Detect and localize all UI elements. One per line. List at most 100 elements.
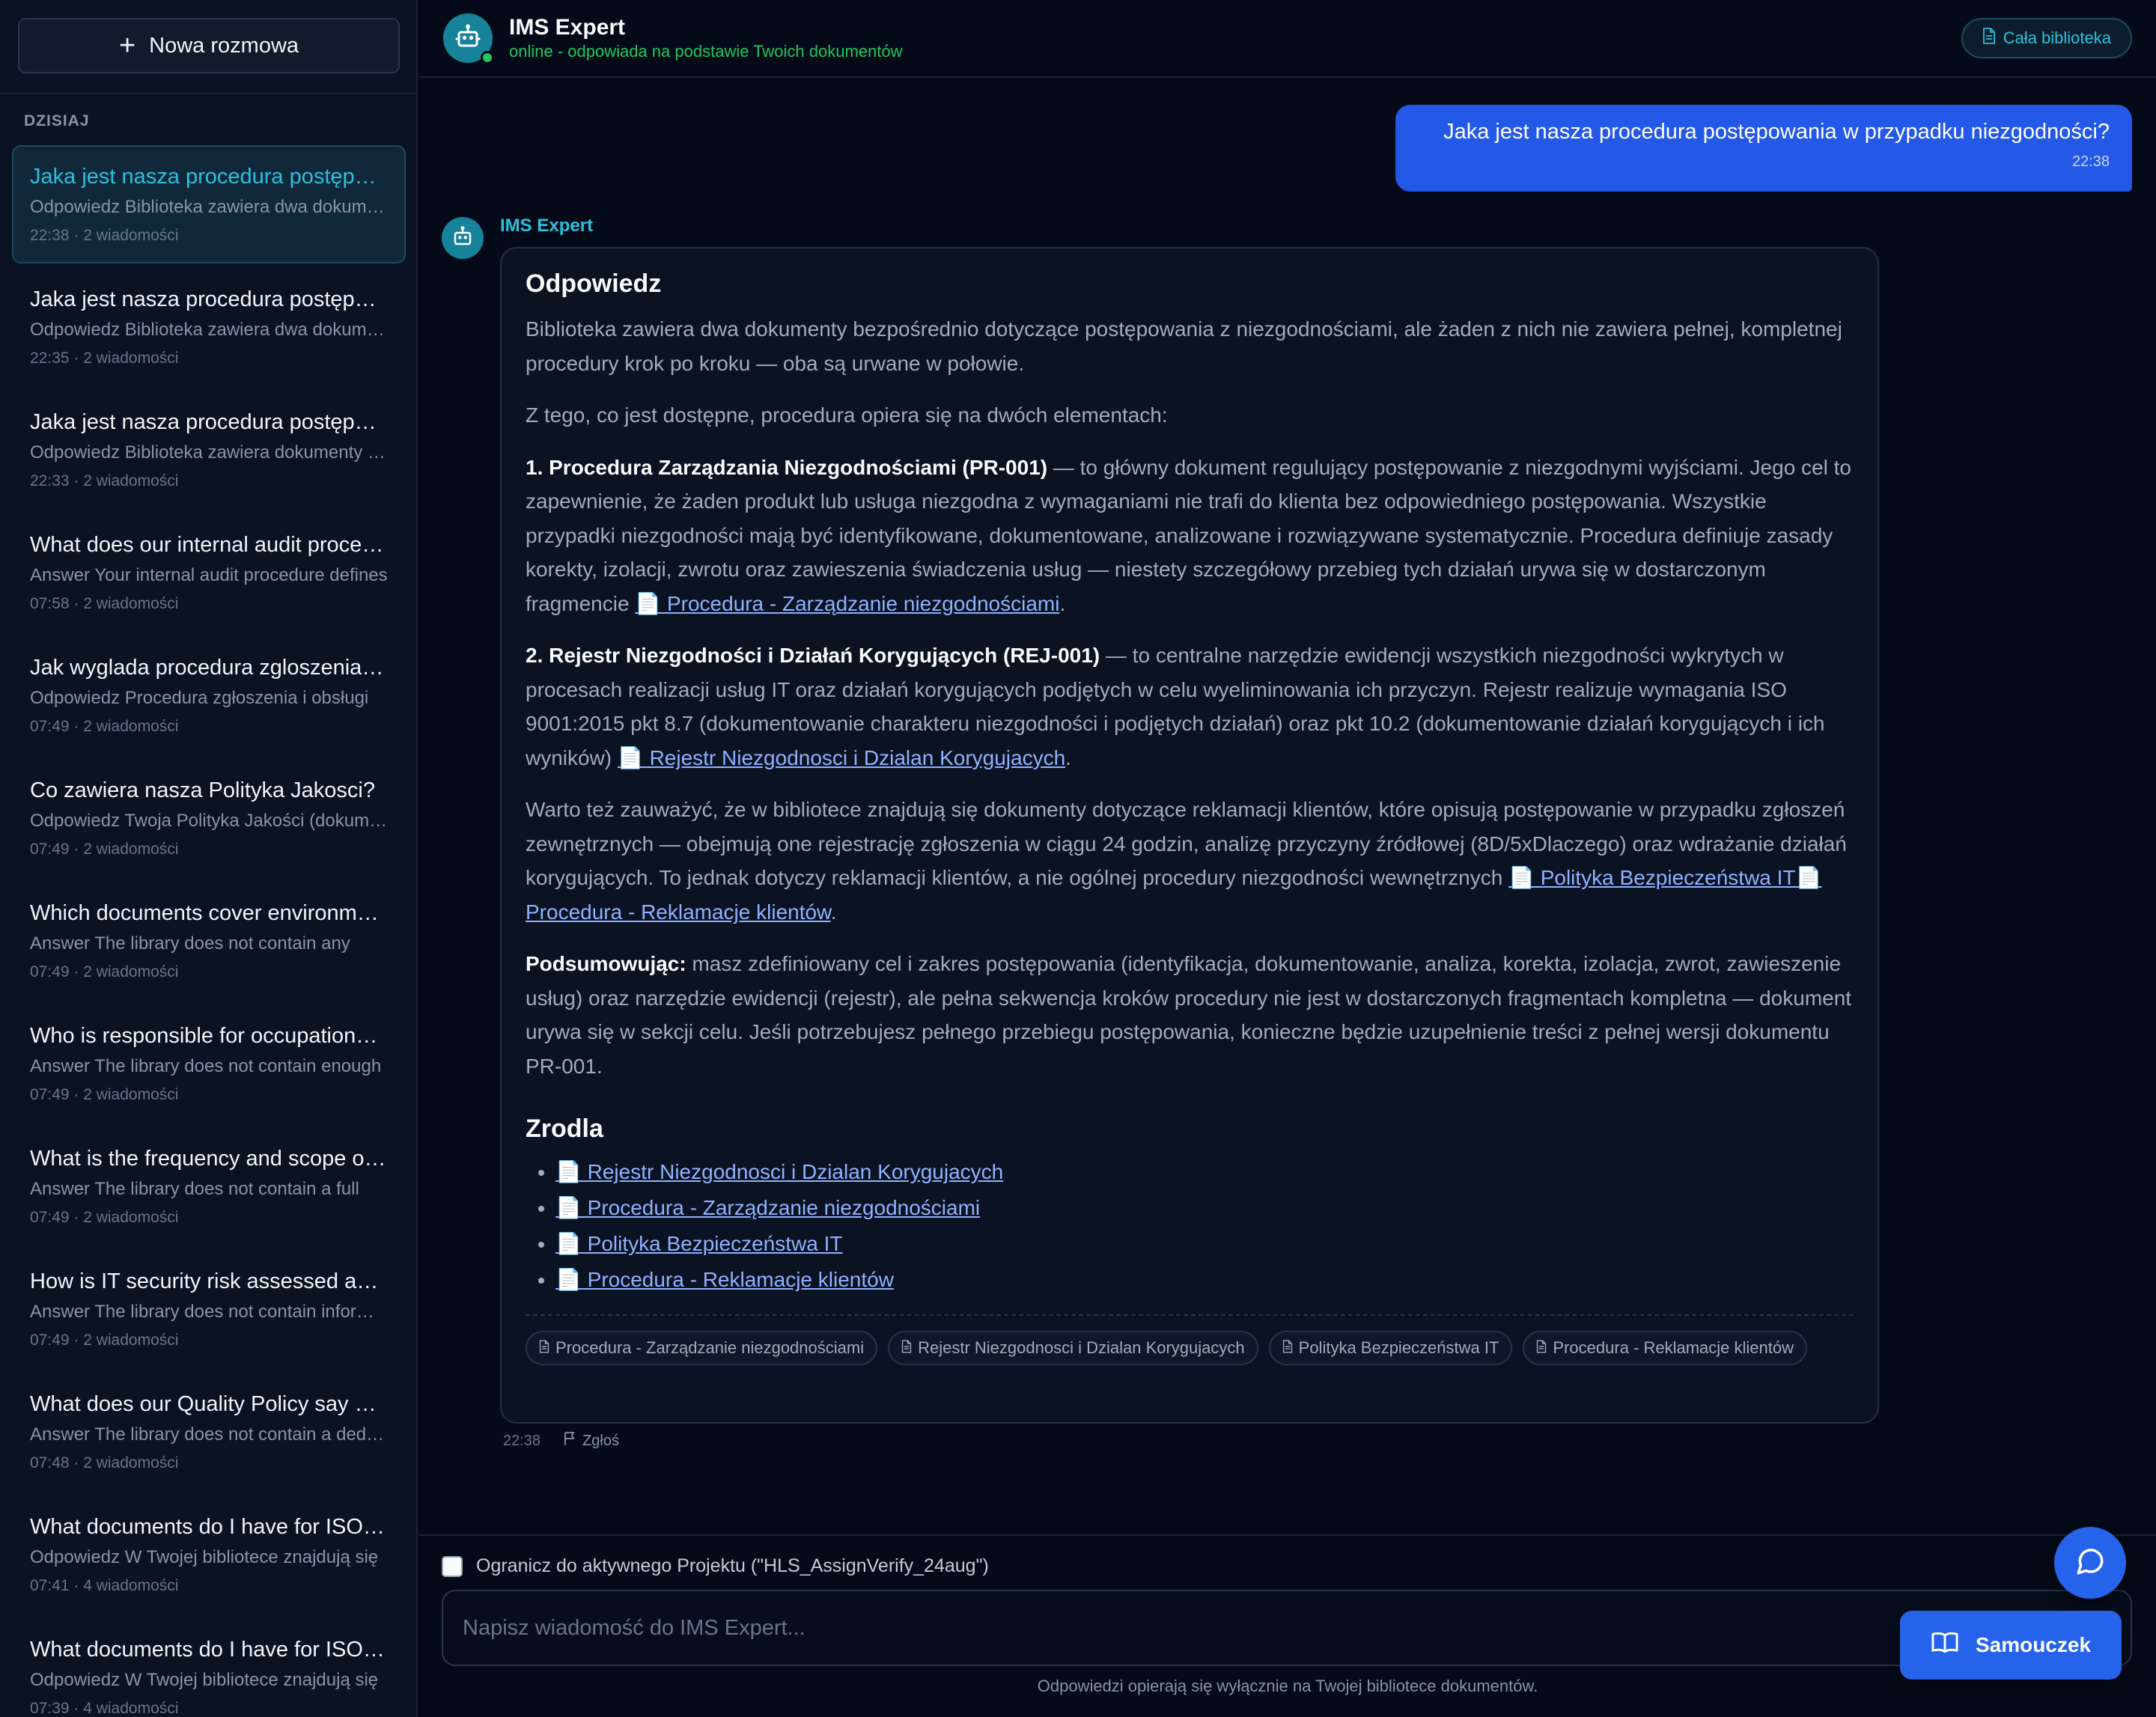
conversation-meta: 07:58 · 2 wiadomości <box>30 595 179 612</box>
conversation-title: What documents do I have for ISO 9001? <box>30 1638 388 1662</box>
limit-to-project-row[interactable]: Ogranicz do aktywnego Projektu ("HLS_Ass… <box>442 1555 989 1577</box>
doc-link-rejestr[interactable]: 📄 Rejestr Niezgodnosci i Dzialan Koryguj… <box>618 746 1065 769</box>
source-tag[interactable]: Polityka Bezpieczeństwa IT <box>1268 1331 1513 1365</box>
conversation-snippet: Answer Your internal audit procedure def… <box>30 565 388 585</box>
conversation-item[interactable]: Jak wyglada procedura zgloszenia reklama… <box>12 636 406 759</box>
disclaimer: Odpowiedzi opierają się wyłącznie na Two… <box>1037 1677 1538 1695</box>
source-link[interactable]: 📄 Polityka Bezpieczeństwa IT <box>555 1232 842 1255</box>
conversation-snippet: Answer The library does not contain a de… <box>30 1424 388 1445</box>
answer-card: Odpowiedz Biblioteka zawiera dwa dokumen… <box>500 247 1879 1424</box>
conversation-item[interactable]: What does our Quality Policy say about c… <box>12 1373 406 1495</box>
document-icon <box>539 1338 549 1358</box>
conversation-title: Which documents cover environmental aspe… <box>30 901 388 925</box>
sidebar: + Nowa rozmowa DZISIAJ Jaka jest nasza p… <box>0 0 418 1717</box>
source-tag-label: Rejestr Niezgodnosci i Dzialan Korygujac… <box>918 1338 1245 1357</box>
conversation-snippet: Odpowiedz Biblioteka zawiera dwa dokumen… <box>30 197 388 217</box>
section-label-today: DZISIAJ <box>24 112 90 129</box>
source-item: 📄 Procedura - Zarządzanie niezgodnościam… <box>555 1190 1854 1226</box>
document-icon <box>901 1338 912 1358</box>
conversation-list: Jaka jest nasza procedura postępowania w… <box>12 145 406 1717</box>
chat-fab-button[interactable] <box>2054 1527 2126 1599</box>
report-label: Zgłoś <box>582 1432 619 1449</box>
conversation-title: What is the frequency and scope of audit… <box>30 1147 388 1171</box>
doc-link-polityka[interactable]: 📄 Polityka Bezpieczeństwa IT <box>1508 866 1795 889</box>
sources-list: 📄 Rejestr Niezgodnosci i Dzialan Koryguj… <box>555 1154 1854 1298</box>
limit-to-project-checkbox[interactable] <box>442 1555 463 1577</box>
conversation-title: What documents do I have for ISO 27001? <box>30 1515 388 1539</box>
doc-link-procedura-niezgodnosci[interactable]: 📄 Procedura - Zarządzanie niezgodnościam… <box>635 592 1059 615</box>
conversation-item[interactable]: What is the frequency and scope of audit… <box>12 1127 406 1250</box>
conversation-item[interactable]: Who is responsible for occupational safe… <box>12 1004 406 1127</box>
conversation-item[interactable]: What does our internal audit procedure s… <box>12 513 406 636</box>
bot-icon <box>454 23 481 54</box>
user-message-bubble: Jaka jest nasza procedura postępowania w… <box>1395 105 2132 192</box>
conversation-snippet: Odpowiedz W Twojej bibliotece znajdują s… <box>30 1670 379 1690</box>
conversation-snippet: Answer The library does not contain a fu… <box>30 1179 359 1199</box>
source-link[interactable]: 📄 Rejestr Niezgodnosci i Dzialan Koryguj… <box>555 1160 1003 1183</box>
source-item: 📄 Polityka Bezpieczeństwa IT <box>555 1226 1854 1262</box>
point-1-title: 1. Procedura Zarządzania Niezgodnościami… <box>526 455 1048 479</box>
sources-divider <box>526 1314 1854 1316</box>
flag-icon <box>563 1431 576 1451</box>
conversation-item[interactable]: Which documents cover environmental aspe… <box>12 882 406 1004</box>
conversation-item[interactable]: Jaka jest nasza procedura postępowania w… <box>12 391 406 513</box>
library-button[interactable]: Cała biblioteka <box>1961 18 2132 58</box>
conversation-title: Jaka jest nasza procedura postępowania w… <box>30 287 388 311</box>
new-chat-label: Nowa rozmowa <box>149 33 299 58</box>
report-button[interactable]: Zgłoś <box>563 1431 619 1451</box>
conversation-snippet: Answer The library does not contain any <box>30 933 350 954</box>
conversation-meta: 07:49 · 2 wiadomości <box>30 718 179 735</box>
bot-name: IMS Expert <box>509 15 626 40</box>
conversation-title: Jaka jest nasza procedura postępowania w… <box>30 165 388 189</box>
conversation-item[interactable]: Co zawiera nasza Polityka Jakosci? Odpow… <box>12 759 406 882</box>
sidebar-divider <box>0 93 416 94</box>
conversation-item[interactable]: Jaka jest nasza procedura postępowania w… <box>12 268 406 391</box>
source-item: 📄 Rejestr Niezgodnosci i Dzialan Koryguj… <box>555 1154 1854 1190</box>
conversation-meta: 22:35 · 2 wiadomości <box>30 350 179 367</box>
source-tag-label: Polityka Bezpieczeństwa IT <box>1298 1338 1499 1357</box>
bot-icon <box>451 225 474 251</box>
answer-lead: Z tego, co jest dostępne, procedura opie… <box>526 403 1168 427</box>
conversation-item[interactable]: Jaka jest nasza procedura postępowania w… <box>12 145 406 263</box>
book-icon <box>1931 1630 1959 1661</box>
conversation-title: Jak wyglada procedura zgloszenia reklama… <box>30 656 388 680</box>
library-button-label: Cała biblioteka <box>2003 28 2111 47</box>
source-tag-label: Procedura - Zarządzanie niezgodnościami <box>555 1338 865 1357</box>
conversation-meta: 07:49 · 2 wiadomości <box>30 1209 179 1226</box>
message-input[interactable]: Napisz wiadomość do IMS Expert... <box>442 1590 2132 1666</box>
source-link[interactable]: 📄 Procedura - Zarządzanie niezgodnościam… <box>555 1196 980 1219</box>
point-2-title: 2. Rejestr Niezgodności i Działań Korygu… <box>526 644 1100 667</box>
conversation-snippet: Odpowiedz W Twojej bibliotece znajdują s… <box>30 1547 379 1567</box>
conversation-meta: 07:41 · 4 wiadomości <box>30 1577 179 1594</box>
message-footer: 22:38 Zgłoś <box>503 1431 619 1451</box>
conversation-item[interactable]: What documents do I have for ISO 27001? … <box>12 1495 406 1618</box>
answer-summary: Podsumowując: masz zdefiniowany cel i za… <box>526 947 1854 1083</box>
document-icon <box>1282 1338 1293 1358</box>
limit-to-project-label: Ogranicz do aktywnego Projektu ("HLS_Ass… <box>476 1555 989 1576</box>
chat-header: IMS Expert online - odpowiada na podstaw… <box>419 0 2156 78</box>
source-tag[interactable]: Procedura - Reklamacje klientów <box>1523 1331 1807 1365</box>
conversation-meta: 07:49 · 2 wiadomości <box>30 841 179 858</box>
source-tag[interactable]: Procedura - Zarządzanie niezgodnościami <box>526 1331 878 1365</box>
bot-message-avatar <box>442 217 484 259</box>
conversation-meta: 22:38 · 2 wiadomości <box>30 227 179 244</box>
conversation-title: What does our internal audit procedure s… <box>30 533 388 557</box>
conversation-title: How is IT security risk assessed and man… <box>30 1269 388 1293</box>
conversation-meta: 07:49 · 2 wiadomości <box>30 963 179 981</box>
user-message-text: Jaka jest nasza procedura postępowania w… <box>1443 120 2110 144</box>
source-link[interactable]: 📄 Procedura - Reklamacje klientów <box>555 1268 894 1291</box>
answer-point-1: 1. Procedura Zarządzania Niezgodnościami… <box>526 451 1854 621</box>
source-tags: Procedura - Zarządzanie niezgodnościami … <box>526 1331 1854 1365</box>
tutorial-button[interactable]: Samouczek <box>1900 1611 2122 1680</box>
summary-text: masz zdefiniowany cel i zakres postępowa… <box>526 952 1852 1078</box>
source-tag[interactable]: Rejestr Niezgodnosci i Dzialan Korygujac… <box>888 1331 1258 1365</box>
online-indicator <box>481 51 494 64</box>
conversation-item[interactable]: How is IT security risk assessed and man… <box>12 1250 406 1373</box>
conversation-snippet: Answer The library does not contain enou… <box>30 1056 382 1076</box>
conversation-title: Co zawiera nasza Polityka Jakosci? <box>30 778 375 802</box>
conversation-item[interactable]: What documents do I have for ISO 9001? O… <box>12 1618 406 1717</box>
tutorial-label: Samouczek <box>1975 1633 2092 1656</box>
plus-icon: + <box>118 30 136 61</box>
new-chat-button[interactable]: + Nowa rozmowa <box>18 18 400 73</box>
conversation-snippet: Answer The library does not contain info… <box>30 1302 388 1322</box>
